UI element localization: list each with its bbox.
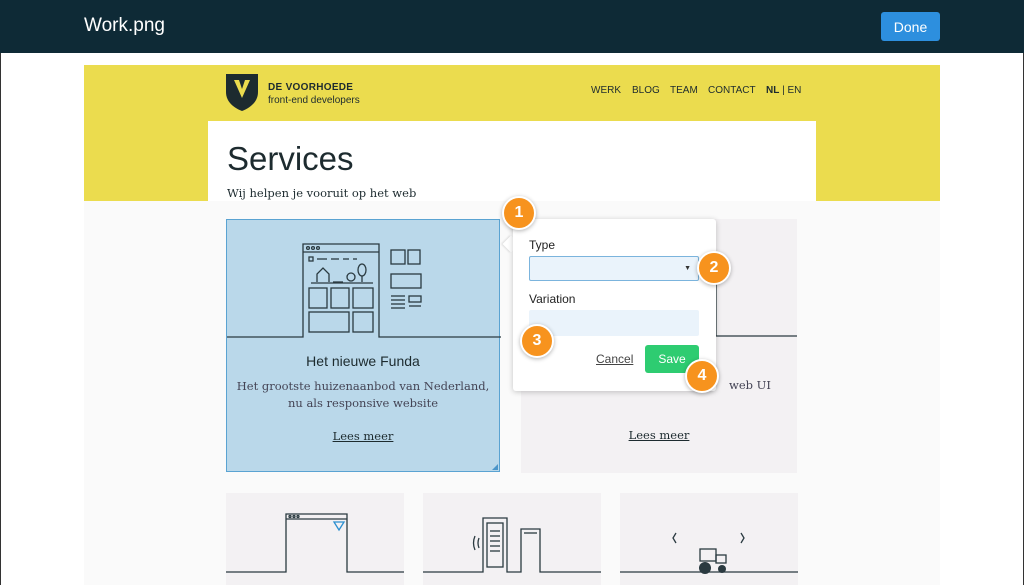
devices-illustration [423, 517, 601, 573]
step-marker-2: 2 [697, 251, 731, 285]
step-marker-4: 4 [685, 359, 719, 393]
cancel-button[interactable]: Cancel [596, 352, 633, 366]
tractor-illustration [620, 532, 798, 574]
type-select[interactable]: ▼ [529, 256, 699, 281]
done-button[interactable]: Done [881, 12, 940, 41]
lang-switch: NL | EN [766, 85, 801, 96]
page-subtitle: Wij helpen je vooruit op het web [227, 186, 417, 200]
read-more-link[interactable]: Lees meer [521, 428, 797, 442]
frame-edge-left [0, 53, 1, 585]
service-card[interactable] [226, 493, 404, 585]
brand-name[interactable]: DE VOORHOEDE [268, 82, 353, 93]
nav-contact[interactable]: CONTACT [708, 85, 756, 96]
card-description: web UI [729, 378, 771, 392]
browser-illustration [226, 513, 404, 573]
page-title: Services [227, 140, 354, 177]
card-title: Het nieuwe Funda [306, 353, 420, 369]
service-card[interactable] [423, 493, 601, 585]
website-illustration [227, 243, 501, 338]
lang-en[interactable]: EN [788, 85, 802, 96]
logo-icon[interactable] [224, 72, 260, 112]
read-more-link[interactable]: Lees meer [227, 429, 499, 443]
lang-nl[interactable]: NL [766, 85, 779, 96]
step-marker-3: 3 [520, 324, 554, 358]
resize-handle[interactable] [492, 464, 498, 470]
variation-label: Variation [529, 292, 576, 306]
lang-separator: | [779, 85, 788, 96]
brand-tagline: front-end developers [268, 95, 360, 106]
step-marker-1: 1 [502, 196, 536, 230]
variation-input[interactable] [529, 310, 699, 336]
service-card-funda[interactable]: Het nieuwe Funda Het grootste huizenaanb… [226, 219, 501, 472]
service-card[interactable] [620, 493, 798, 585]
chevron-down-icon: ▼ [684, 265, 691, 272]
nav-team[interactable]: TEAM [670, 85, 698, 96]
nav-blog[interactable]: BLOG [632, 85, 660, 96]
type-label: Type [529, 238, 556, 252]
file-title: Work.png [84, 15, 165, 36]
card-description: Het grootste huizenaanbod van Nederland,… [236, 379, 490, 410]
nav-werk[interactable]: WERK [591, 85, 621, 96]
